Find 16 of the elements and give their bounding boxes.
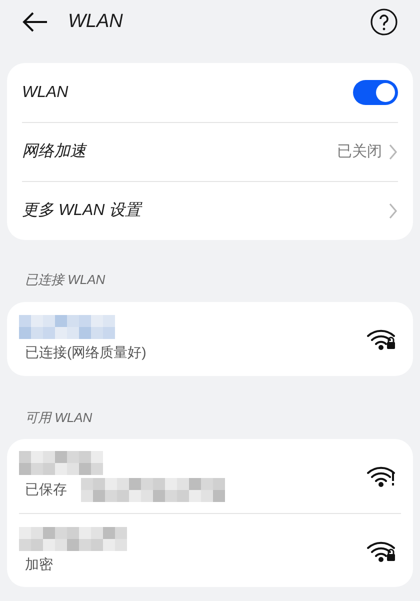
help-icon[interactable] [370,8,398,36]
section-heading: 已连接 WLAN [24,271,106,289]
network-row[interactable]: 加密 [19,513,401,587]
network-row[interactable]: 已连接(网络质量好) [19,302,401,376]
section-heading: 可用 WLAN [24,408,94,426]
setting-label: WLAN [22,82,70,102]
wlan-toggle[interactable] [353,80,398,105]
network-row[interactable]: 已保存 [19,439,401,513]
network-status: 已保存 [24,480,67,499]
page-title: WLAN [68,10,124,34]
setting-label: 更多 WLAN 设置 [22,201,144,221]
network-status: 加密 [24,554,53,574]
network-status: 已连接(网络质量好) [24,342,146,362]
setting-label: 网络加速 [22,142,88,162]
setting-value: 已关闭 [337,142,382,162]
wifi-warning-icon [367,464,397,488]
